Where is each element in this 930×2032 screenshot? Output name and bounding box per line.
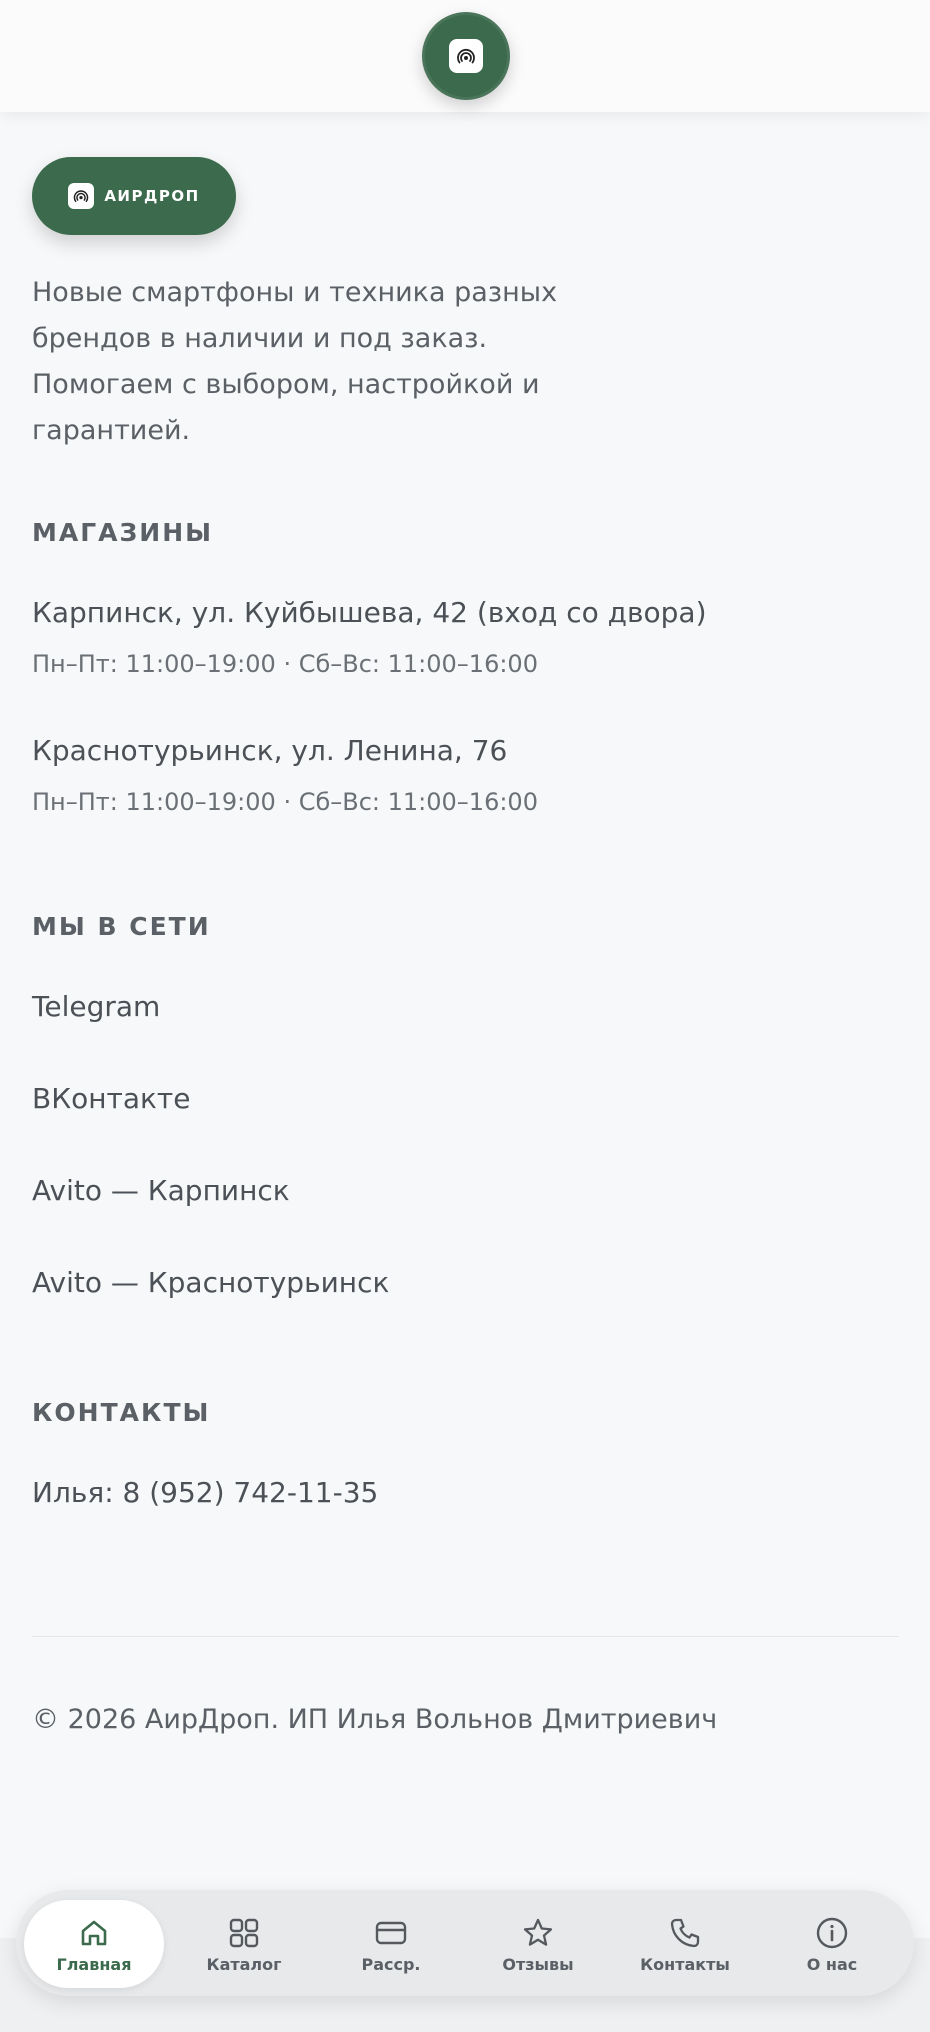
nav-label: Отзывы: [502, 1954, 574, 1974]
brand-logo[interactable]: АИРДРОП: [32, 157, 236, 235]
card-icon: [375, 1921, 407, 1944]
copyright: © 2026 АирДроп. ИП Илья Вольнов Дмитриев…: [32, 1704, 718, 1735]
grid-icon: [229, 1918, 259, 1947]
telegram-link[interactable]: Telegram: [32, 990, 160, 1023]
nav-item-reviews[interactable]: Отзывы: [468, 1900, 608, 1988]
contacts-title: КОНТАКТЫ: [32, 1398, 211, 1427]
phone-icon: [670, 1918, 700, 1947]
store-address: Карпинск, ул. Куйбышева, 42 (вход со дво…: [32, 596, 707, 629]
nav-item-catalog[interactable]: Каталог: [174, 1900, 314, 1988]
header-logo-button[interactable]: [422, 12, 510, 100]
nav-label: Каталог: [206, 1954, 282, 1974]
phone-link[interactable]: Илья: 8 (952) 742-11-35: [32, 1476, 378, 1509]
brand-name: АИРДРОП: [104, 187, 200, 205]
nav-label: Расср.: [361, 1954, 421, 1974]
nav-item-about[interactable]: О нас: [762, 1900, 902, 1988]
star-icon: [523, 1918, 553, 1946]
top-header: [0, 0, 930, 112]
info-icon: [816, 1917, 848, 1948]
nav-label: Главная: [56, 1954, 132, 1974]
page: АИРДРОП Новые смартфоны и техника разных…: [0, 0, 930, 2032]
nav-label: О нас: [806, 1954, 858, 1974]
store-hours: Пн–Пт: 11:00–19:00 · Сб–Вс: 11:00–16:00: [32, 650, 538, 678]
store-address: Краснотурьинск, ул. Ленина, 76: [32, 734, 508, 767]
nav-item-installments[interactable]: Расср.: [321, 1900, 461, 1988]
stores-title: МАГАЗИНЫ: [32, 518, 214, 547]
vkontakte-link[interactable]: ВКонтакте: [32, 1082, 190, 1115]
nav-label: Контакты: [640, 1954, 730, 1974]
store-hours: Пн–Пт: 11:00–19:00 · Сб–Вс: 11:00–16:00: [32, 788, 538, 816]
nav-item-home[interactable]: Главная: [24, 1900, 164, 1988]
nav-item-contacts[interactable]: Контакты: [615, 1900, 755, 1988]
avito-karpinsk-link[interactable]: Avito — Карпинск: [32, 1174, 290, 1207]
social-title: МЫ В СЕТИ: [32, 912, 211, 941]
footer-divider: [32, 1636, 898, 1637]
airdrop-icon: [449, 39, 483, 73]
avito-krasnoturinsk-link[interactable]: Avito — Краснотурьинск: [32, 1266, 389, 1299]
airdrop-icon: [68, 183, 95, 209]
intro-text: Новые смартфоны и техника разных брендов…: [32, 277, 558, 446]
home-icon: [81, 1920, 107, 1945]
